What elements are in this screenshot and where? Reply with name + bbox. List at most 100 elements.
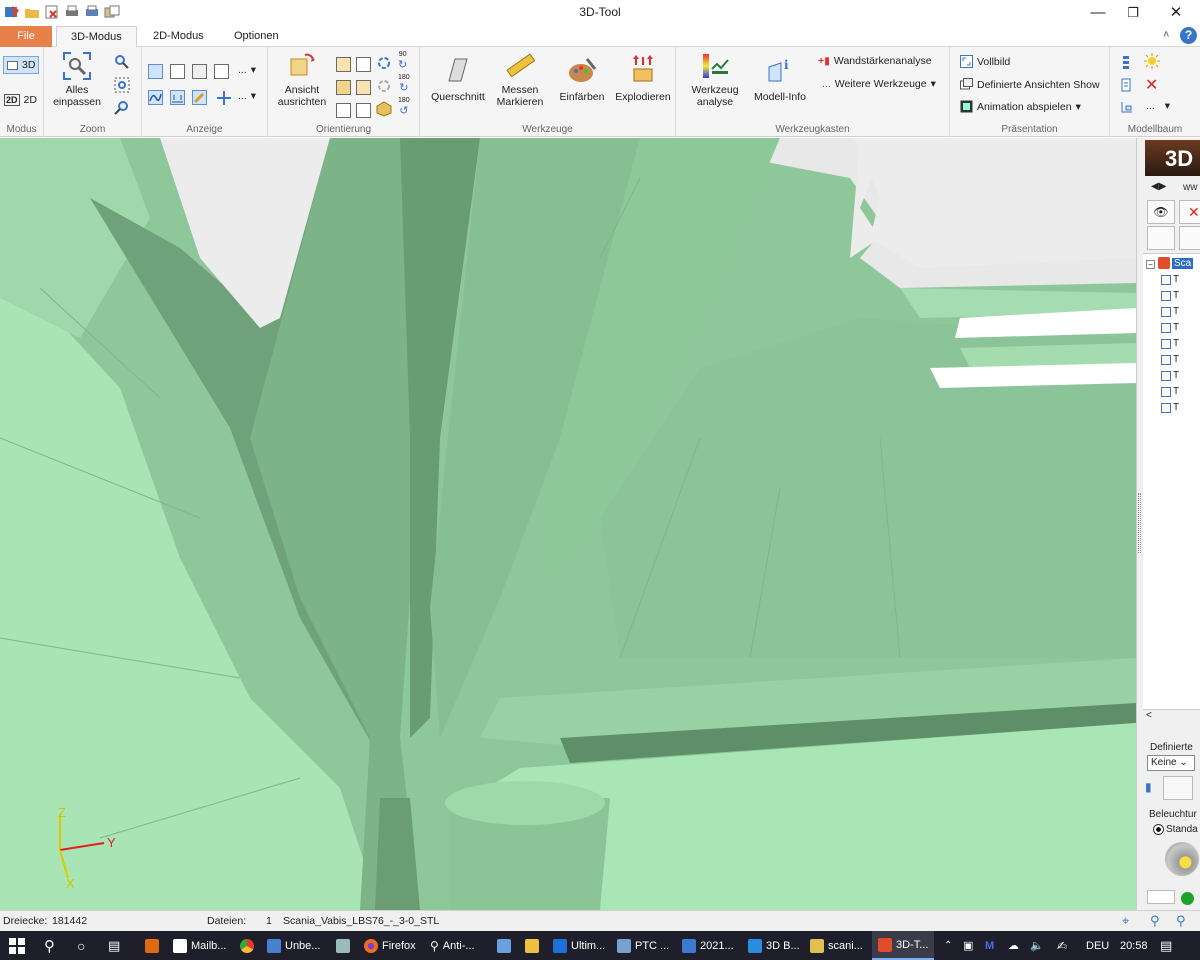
- taskbar-2021[interactable]: 2021...: [682, 931, 734, 960]
- isometric-view-icon[interactable]: [376, 101, 392, 117]
- measure-button[interactable]: Messen Markieren: [490, 51, 550, 108]
- taskbar-untitled[interactable]: Unbe...: [267, 931, 320, 960]
- mode-2d-button[interactable]: 2D 2D: [4, 94, 37, 106]
- task-view-icon[interactable]: ▤: [108, 931, 120, 960]
- search-icon[interactable]: ⚲: [44, 931, 55, 960]
- zoom-out-status-icon[interactable]: ⚲: [1176, 913, 1186, 929]
- volume-icon[interactable]: 🔈: [1030, 931, 1044, 960]
- taskbar-3d-builder[interactable]: 3D B...: [748, 931, 800, 960]
- hide-icon[interactable]: ✕: [1179, 200, 1200, 224]
- defined-views-select[interactable]: Keine ⌄: [1147, 755, 1195, 771]
- align-view-button[interactable]: Ansicht ausrichten: [272, 51, 332, 108]
- website-link[interactable]: ww: [1183, 182, 1197, 193]
- play-animation-button[interactable]: Animation abspielen ▾: [960, 100, 1081, 113]
- onedrive-icon[interactable]: ☁: [1008, 931, 1019, 960]
- cortana-icon[interactable]: ○: [77, 931, 85, 960]
- tree-filter-icon[interactable]: [1120, 100, 1134, 114]
- explode-button[interactable]: Explodieren: [612, 55, 674, 103]
- tree-expand-icon[interactable]: [1120, 55, 1132, 69]
- pen-icon[interactable]: ✍: [1057, 931, 1067, 960]
- clock[interactable]: 20:58: [1120, 931, 1148, 960]
- help-icon[interactable]: ?: [1180, 27, 1197, 44]
- zoom-window-icon[interactable]: [114, 77, 130, 93]
- 3d-viewport[interactable]: Z Y X: [0, 138, 1136, 910]
- zoom-pan-icon[interactable]: [114, 54, 130, 70]
- fit-all-button[interactable]: Alles einpassen: [50, 51, 104, 108]
- keyboard-language[interactable]: DEU: [1086, 931, 1109, 960]
- tab-3d-modus[interactable]: 3D-Modus: [56, 26, 137, 48]
- modellbaum-more-button[interactable]: ... ▾: [1146, 100, 1170, 112]
- tree-item[interactable]: T: [1161, 322, 1179, 333]
- zoom-fit-status-icon[interactable]: ⌖: [1122, 913, 1129, 929]
- taskbar-chrome[interactable]: [240, 931, 254, 960]
- notifications-icon[interactable]: ▤: [1160, 931, 1172, 960]
- collapse-ribbon-icon[interactable]: ˄: [1163, 29, 1169, 41]
- pmi-icon[interactable]: [170, 90, 185, 105]
- wireframe-icon[interactable]: [214, 64, 229, 79]
- view-top-icon[interactable]: [336, 103, 351, 118]
- tray-m-icon[interactable]: M: [985, 931, 994, 960]
- splitter-arrows-icon[interactable]: ◀▶: [1151, 181, 1166, 192]
- hidden-lines-icon[interactable]: [192, 64, 207, 79]
- fullscreen-button[interactable]: Vollbild: [960, 55, 1010, 68]
- tree-list-icon[interactable]: [1120, 78, 1132, 92]
- views-show-button[interactable]: Definierte Ansichten Show: [960, 78, 1100, 91]
- view-right-icon[interactable]: [356, 80, 371, 95]
- shaded-edges-icon[interactable]: [170, 64, 185, 79]
- tray-overflow-icon[interactable]: ⌃: [944, 931, 952, 960]
- tree-collapse-icon[interactable]: [1179, 226, 1200, 250]
- light-icon[interactable]: [1144, 53, 1160, 69]
- tool-analysis-button[interactable]: Werkzeug analyse: [684, 51, 746, 108]
- tree-expand-all-icon[interactable]: [1147, 226, 1175, 250]
- minimize-button[interactable]: —: [1078, 2, 1118, 24]
- tab-file[interactable]: File: [0, 26, 52, 47]
- tab-2d-modus[interactable]: 2D-Modus: [139, 26, 218, 47]
- close-button[interactable]: ✕: [1156, 2, 1196, 24]
- tree-item[interactable]: T: [1161, 402, 1179, 413]
- tree-item[interactable]: T: [1161, 354, 1179, 365]
- rotate-180-button[interactable]: 180 ↻: [398, 74, 410, 94]
- restore-button[interactable]: ❐: [1113, 2, 1153, 24]
- view-bottom-icon[interactable]: [356, 103, 371, 118]
- tree-collapse-toggle[interactable]: −: [1146, 260, 1155, 269]
- zoom-in-status-icon[interactable]: ⚲: [1150, 913, 1160, 929]
- light-direction-sphere[interactable]: [1165, 842, 1199, 876]
- tree-item[interactable]: T: [1161, 290, 1179, 301]
- shaded-view-icon[interactable]: [148, 64, 163, 79]
- colorize-button[interactable]: Einfärben: [554, 55, 610, 103]
- taskbar-app-tool[interactable]: [336, 931, 350, 960]
- taskbar-3d-tool[interactable]: 3D-T...: [872, 931, 935, 960]
- add-view-icon[interactable]: [1163, 776, 1193, 800]
- model-info-button[interactable]: i Modell-Info: [748, 55, 812, 103]
- view-left-icon[interactable]: [336, 80, 351, 95]
- taskbar-app-calc[interactable]: [497, 931, 511, 960]
- annotations-icon[interactable]: [216, 90, 232, 106]
- more-tools-button[interactable]: ... Weitere Werkzeuge ▾: [822, 78, 936, 90]
- rotate-90-button[interactable]: 90 ↻: [398, 51, 407, 71]
- display-more-button-2[interactable]: ... ▾: [238, 90, 256, 102]
- view-camera-icon[interactable]: ▮: [1145, 780, 1152, 794]
- panel-splitter[interactable]: [1136, 138, 1143, 910]
- rotate-x-icon[interactable]: [376, 55, 392, 71]
- wall-thickness-button[interactable]: +▮ Wandstärkenanalyse: [818, 55, 932, 67]
- rotate-y-icon[interactable]: [376, 78, 392, 94]
- tray-device-icon[interactable]: ▣: [963, 931, 973, 960]
- tree-root-item[interactable]: Sca: [1158, 257, 1194, 269]
- rotate-180-z-button[interactable]: 180 ↺: [398, 97, 410, 117]
- visibility-eye-icon[interactable]: 👁: [1147, 200, 1175, 224]
- markup-icon[interactable]: [192, 90, 207, 105]
- cross-section-button[interactable]: Querschnitt: [428, 55, 488, 103]
- start-button[interactable]: [9, 931, 25, 960]
- light-color-box[interactable]: [1147, 890, 1175, 904]
- tree-item[interactable]: T: [1161, 338, 1179, 349]
- view-back-icon[interactable]: [356, 57, 371, 72]
- taskbar-antivirus[interactable]: ⚲ Anti-...: [430, 931, 475, 960]
- tree-item[interactable]: T: [1161, 370, 1179, 381]
- taskbar-scania[interactable]: scani...: [810, 931, 863, 960]
- tree-item[interactable]: T: [1161, 274, 1179, 285]
- view-front-icon[interactable]: [336, 57, 351, 72]
- taskbar-ptc[interactable]: PTC ...: [617, 931, 669, 960]
- mode-3d-button[interactable]: 3D: [3, 56, 40, 74]
- taskbar-firefox[interactable]: Firefox: [364, 931, 416, 960]
- zoom-icon[interactable]: [114, 100, 130, 116]
